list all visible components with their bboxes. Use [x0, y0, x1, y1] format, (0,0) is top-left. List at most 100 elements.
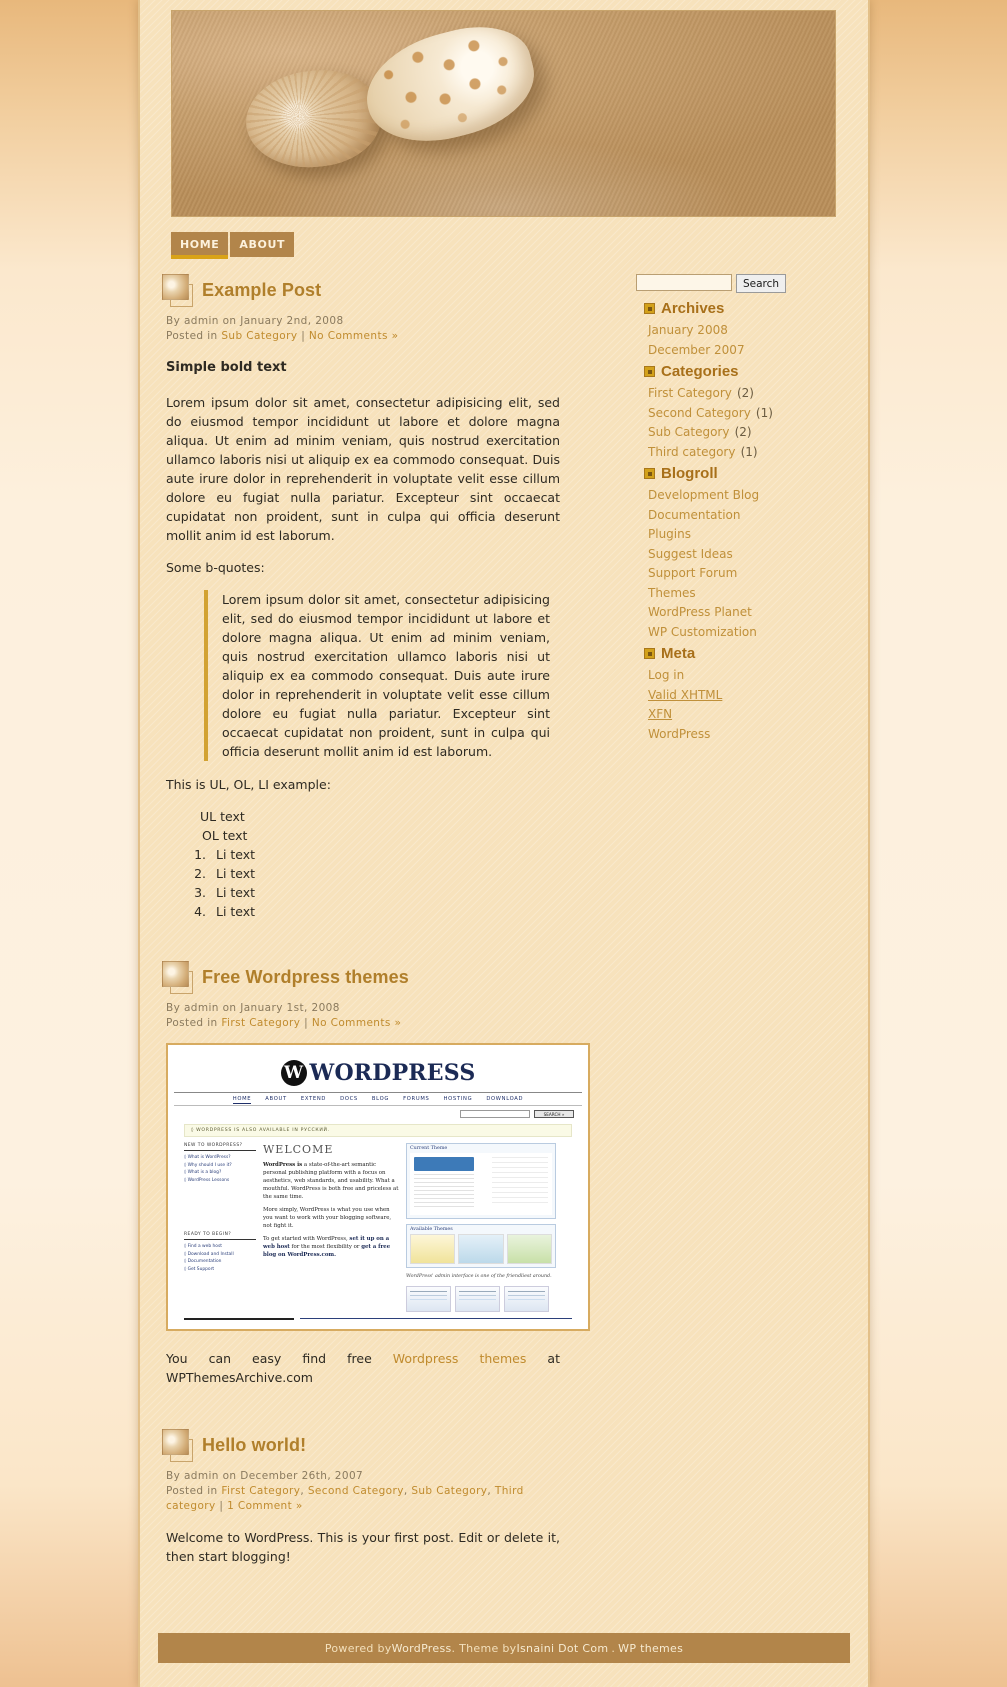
- screenshot-nav-docs: DOCS: [340, 1096, 358, 1102]
- search-button[interactable]: Search: [736, 274, 787, 293]
- screenshot-theme-thumb: [410, 1234, 456, 1264]
- blogroll-link[interactable]: Themes: [648, 586, 696, 600]
- ol-label: OL text: [202, 828, 248, 843]
- post-title-link[interactable]: Free Wordpress themes: [202, 967, 409, 988]
- screenshot-left-item: ◊ Download and Install: [184, 1251, 234, 1257]
- comma: ,: [403, 1485, 408, 1497]
- footer-powered-label: Powered by: [324, 1641, 392, 1655]
- post-body: Simple bold text Lorem ipsum dolor sit a…: [166, 358, 560, 921]
- meta-link-login[interactable]: Log in: [648, 668, 684, 682]
- screenshot-para1-bold: WordPress is: [263, 1162, 303, 1168]
- post-meta: By admin on January 2nd, 2008 Posted in …: [166, 314, 560, 344]
- screenshot-thumb: [455, 1286, 500, 1312]
- screenshot-thumb: [504, 1286, 549, 1312]
- footer-wordpress-link[interactable]: WordPress: [392, 1642, 452, 1655]
- ol-item: Li text: [210, 845, 560, 864]
- meta-link-valid-xhtml[interactable]: Valid XHTML: [648, 688, 722, 702]
- search-input[interactable]: [636, 274, 732, 291]
- category-count: (2): [734, 425, 752, 439]
- post-title-link[interactable]: Example Post: [202, 280, 321, 301]
- screenshot-language-notice: ◊ WORDPRESS IS ALSO AVAILABLE IN РУССКИЙ…: [184, 1124, 572, 1137]
- post-title-link[interactable]: Hello world!: [202, 1435, 306, 1456]
- meta-separator: |: [301, 330, 306, 342]
- widget-title-text: Categories: [661, 363, 739, 380]
- widget-blogroll: Blogroll Development Blog Documentation …: [636, 465, 844, 641]
- list-item: Plugins: [648, 524, 844, 544]
- category-link[interactable]: First Category: [221, 1017, 300, 1029]
- meta-link-xfn[interactable]: XFN: [648, 707, 672, 721]
- archive-link[interactable]: December 2007: [648, 343, 745, 357]
- ol-item: Li text: [210, 902, 560, 921]
- blogroll-link[interactable]: Documentation: [648, 508, 741, 522]
- screenshot-left-column: NEW TO WORDPRESS? ◊ What is WordPress? ◊…: [184, 1143, 256, 1312]
- screenshot-left-item: ◊ Find a web host: [184, 1244, 222, 1249]
- main-content: Example Post By admin on January 2nd, 20…: [162, 274, 590, 1592]
- category-link[interactable]: Sub Category: [221, 330, 297, 342]
- screenshot-left-item: ◊ What is WordPress?: [184, 1155, 231, 1160]
- themes-link[interactable]: themes: [479, 1351, 526, 1366]
- screenshot-columns: NEW TO WORDPRESS? ◊ What is WordPress? ◊…: [174, 1137, 582, 1312]
- wordpress-link[interactable]: Wordpress: [393, 1351, 459, 1366]
- post-byline: By admin on December 26th, 2007: [166, 1470, 364, 1482]
- screenshot-search-button: SEARCH »: [534, 1110, 574, 1118]
- posted-in-label: Posted in: [166, 1017, 218, 1029]
- post-title-row: Free Wordpress themes: [162, 961, 560, 994]
- blogroll-link[interactable]: Plugins: [648, 527, 691, 541]
- nav-item-about[interactable]: ABOUT: [230, 232, 295, 257]
- comments-link[interactable]: No Comments »: [309, 330, 399, 342]
- page-frame: HOME ABOUT Example Post By admin on Janua…: [138, 0, 870, 1687]
- posted-in-label: Posted in: [166, 330, 218, 342]
- category-link[interactable]: Sub Category: [411, 1485, 487, 1497]
- widget-title-meta: Meta: [644, 645, 844, 662]
- post-hello-world: Hello world! By admin on December 26th, …: [162, 1429, 560, 1566]
- screenshot-nav: HOME ABOUT EXTEND DOCS BLOG FORUMS HOSTING DOWN…: [174, 1092, 582, 1106]
- screenshot-left-heading-2: READY TO BEGIN?: [184, 1232, 256, 1240]
- widget-title-blogroll: Blogroll: [644, 465, 844, 482]
- category-link[interactable]: Second Category: [648, 406, 751, 420]
- blogroll-link[interactable]: Development Blog: [648, 488, 759, 502]
- archive-link[interactable]: January 2008: [648, 323, 728, 337]
- comma: ,: [487, 1485, 492, 1497]
- list-item: WP Customization: [648, 622, 844, 642]
- after-image-mid: [458, 1351, 479, 1366]
- meta-link-wordpress[interactable]: WordPress: [648, 727, 710, 741]
- square-bullet-icon: [644, 303, 655, 314]
- post-list-intro: This is UL, OL, LI example:: [166, 777, 331, 792]
- category-link[interactable]: First Category: [648, 386, 732, 400]
- category-link[interactable]: Sub Category: [648, 425, 729, 439]
- category-link[interactable]: Second Category: [308, 1485, 404, 1497]
- list-item: Themes: [648, 583, 844, 603]
- list-item: Third category (1): [648, 442, 844, 462]
- footer-wp-themes-link[interactable]: WP themes: [618, 1642, 683, 1655]
- screenshot-current-theme-title: Current Theme: [410, 1146, 448, 1151]
- post-bold-lead: Simple bold text: [166, 360, 287, 375]
- wordpress-org-screenshot[interactable]: W WORDPRESS HOME ABOUT EXTEND DOCS BLOG FORUMS…: [166, 1043, 590, 1331]
- blogroll-link[interactable]: WordPress Planet: [648, 605, 752, 619]
- blogroll-link[interactable]: Suggest Ideas: [648, 547, 733, 561]
- blogroll-link[interactable]: Support Forum: [648, 566, 737, 580]
- list-item: December 2007: [648, 340, 844, 360]
- widget-archives: Archives January 2008 December 2007: [636, 300, 844, 359]
- comments-link[interactable]: 1 Comment »: [227, 1500, 303, 1512]
- footer-theme-author-link[interactable]: Isnaini Dot Com: [516, 1642, 608, 1655]
- category-link[interactable]: First Category: [221, 1485, 300, 1497]
- screenshot-nav-about: ABOUT: [265, 1096, 287, 1102]
- post-body: Welcome to WordPress. This is your first…: [166, 1528, 560, 1566]
- comments-link[interactable]: No Comments »: [312, 1017, 402, 1029]
- page-inner: HOME ABOUT Example Post By admin on Janua…: [140, 0, 868, 1687]
- screenshot-center-column: WELCOME WordPress is a state-of-the-art …: [263, 1143, 399, 1312]
- post-paragraph-1: Lorem ipsum dolor sit amet, consectetur …: [166, 395, 560, 543]
- post-thumbnail-icon: [162, 961, 195, 994]
- screenshot-search-input: [460, 1110, 530, 1118]
- screenshot-para3-mid: for the most flexibility or: [289, 1244, 362, 1250]
- nav-item-home[interactable]: HOME: [171, 232, 229, 259]
- sidebar: Search Archives January 2008 December 20…: [636, 274, 844, 745]
- blogroll-link[interactable]: WP Customization: [648, 625, 757, 639]
- screenshot-admin-caption: WordPress' admin interface is one of the…: [406, 1274, 552, 1279]
- post-blockquote: Lorem ipsum dolor sit amet, consectetur …: [204, 590, 550, 761]
- post-byline: By admin on January 1st, 2008: [166, 1002, 340, 1014]
- post-taxonomy: Posted in First Category, Second Categor…: [166, 1484, 560, 1514]
- category-link[interactable]: Third category: [648, 445, 735, 459]
- post-paragraph-1: Welcome to WordPress. This is your first…: [166, 1530, 560, 1564]
- blogroll-list: Development Blog Documentation Plugins S…: [648, 485, 844, 641]
